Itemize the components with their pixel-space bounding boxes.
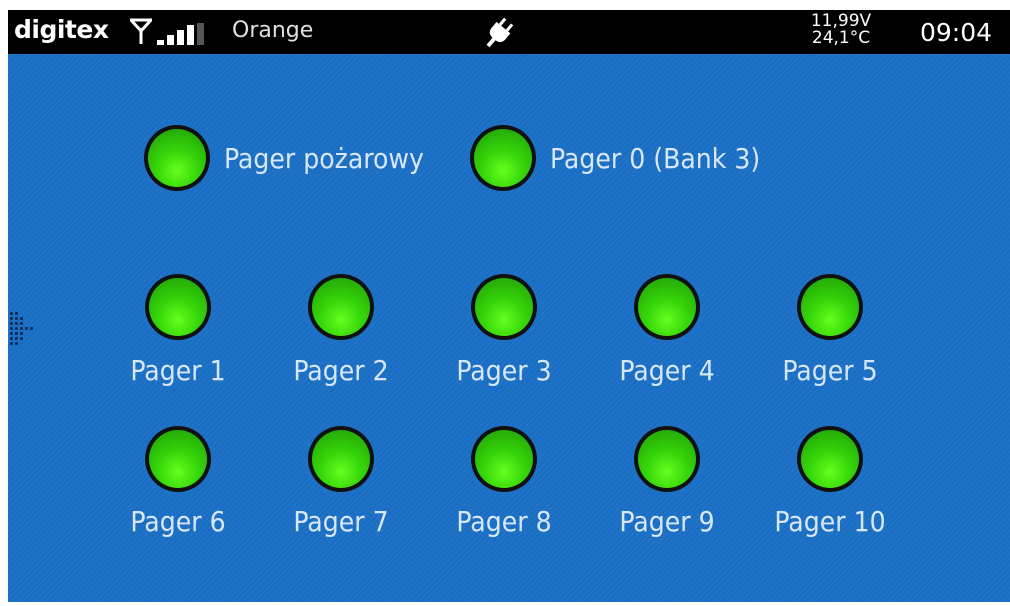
- pager-6-label: Pager 6: [130, 505, 226, 538]
- pager-10-label: Pager 10: [774, 505, 886, 538]
- status-led-pager-4[interactable]: [634, 274, 700, 340]
- pager-7-label: Pager 7: [293, 505, 389, 538]
- pager-4-label: Pager 4: [619, 354, 715, 387]
- status-led-pager-0[interactable]: [470, 125, 536, 191]
- brand-logo: digitex: [14, 15, 109, 44]
- status-led-pager-1[interactable]: [145, 274, 211, 340]
- status-led-pager-3[interactable]: [471, 274, 537, 340]
- pager-1-label: Pager 1: [130, 354, 226, 387]
- pager-8-label: Pager 8: [456, 505, 552, 538]
- pager-2-label: Pager 2: [293, 354, 389, 387]
- status-led-pager-fire[interactable]: [144, 125, 210, 191]
- carrier-name: Orange: [232, 18, 314, 43]
- pager-5-label: Pager 5: [782, 354, 878, 387]
- pager-0-label: Pager 0 (Bank 3): [550, 142, 761, 175]
- device-screen: digitex Orange 11,99V 24,1°C 09:04 Pager…: [8, 10, 1010, 602]
- status-led-pager-10[interactable]: [797, 426, 863, 492]
- status-led-pager-8[interactable]: [471, 426, 537, 492]
- status-led-pager-7[interactable]: [308, 426, 374, 492]
- status-led-pager-6[interactable]: [145, 426, 211, 492]
- voltage-temperature-readout: 11,99V 24,1°C: [798, 10, 884, 47]
- power-plug-icon: [486, 17, 514, 48]
- side-drawer-handle[interactable]: [8, 308, 38, 356]
- status-bar: digitex Orange 11,99V 24,1°C 09:04: [8, 10, 1010, 54]
- clock: 09:04: [920, 18, 993, 47]
- pager-fire-label: Pager pożarowy: [224, 142, 424, 175]
- pager-9-label: Pager 9: [619, 505, 715, 538]
- status-led-pager-2[interactable]: [308, 274, 374, 340]
- status-led-pager-5[interactable]: [797, 274, 863, 340]
- temperature-value: 24,1°C: [811, 28, 871, 48]
- pager-3-label: Pager 3: [456, 354, 552, 387]
- antenna-icon: [130, 18, 152, 44]
- status-led-pager-9[interactable]: [634, 426, 700, 492]
- signal-strength-icon: [157, 23, 217, 45]
